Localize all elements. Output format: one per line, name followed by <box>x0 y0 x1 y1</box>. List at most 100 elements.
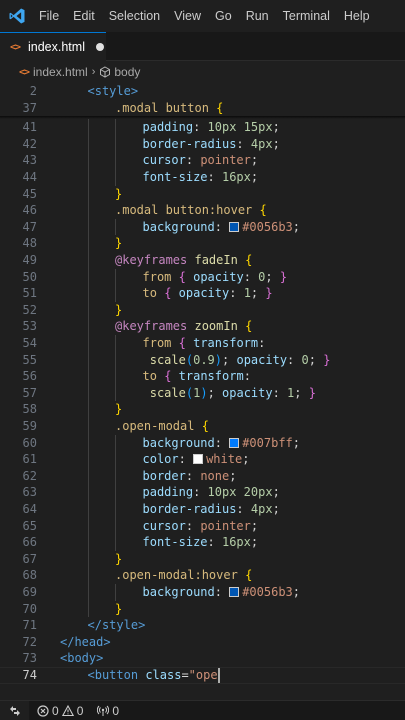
code-line[interactable]: 59 .open-modal { <box>0 418 405 435</box>
code-line[interactable]: 62 border: none; <box>0 468 405 485</box>
line-number: 37 <box>22 100 37 115</box>
code-line[interactable]: 64 border-radius: 4px; <box>0 501 405 518</box>
code-token: ; <box>272 502 280 516</box>
line-number: 2 <box>29 84 37 98</box>
tab-index-html[interactable]: <> index.html <box>0 32 106 61</box>
code-line[interactable]: 53 @keyframes zoomIn { <box>0 318 405 335</box>
code-line[interactable]: 41 padding: 10px 15px; <box>0 119 405 136</box>
code-token: ; <box>292 435 301 450</box>
code-line[interactable]: 71 </style> <box>0 617 405 634</box>
menu-file[interactable]: File <box>32 0 66 32</box>
code-text: border-radius: 4px; <box>143 501 280 518</box>
code-line[interactable]: 37 .modal button { <box>0 100 405 117</box>
code-line[interactable]: 65 cursor: pointer; <box>0 518 405 535</box>
code-line[interactable]: 70} <box>0 601 405 618</box>
code-text: } <box>115 401 122 418</box>
breadcrumb-file[interactable]: index.html <box>33 65 88 79</box>
code-line[interactable]: 69 background: #0056b3; <box>0 584 405 601</box>
code-text: from { opacity: 0; } <box>143 269 288 286</box>
line-number: 64 <box>22 502 37 516</box>
code-token: { <box>201 419 209 433</box>
code-token: : <box>207 535 222 550</box>
code-editor[interactable]: 2 <style> 37 .modal button { 41 padding: 10px… <box>0 83 405 700</box>
code-line[interactable]: 47 background: #0056b3; <box>0 219 405 236</box>
menu-edit[interactable]: Edit <box>66 0 102 32</box>
ports-indicator[interactable]: 0 <box>97 704 119 718</box>
remote-indicator[interactable] <box>0 700 29 720</box>
color-swatch[interactable] <box>229 221 240 232</box>
line-number: 46 <box>22 203 37 218</box>
status-bar: 0 0 0 <box>0 700 405 720</box>
menu-run[interactable]: Run <box>239 0 276 32</box>
code-line[interactable]: 50 from { opacity: 0; } <box>0 269 405 286</box>
code-line[interactable]: 49 @keyframes fadeIn { <box>0 252 405 269</box>
code-text: } <box>115 235 122 252</box>
code-text: padding: 10px 20px; <box>143 484 280 501</box>
code-line[interactable]: 67} <box>0 551 405 568</box>
code-line[interactable]: 73 <body> <box>0 650 405 667</box>
code-token: } <box>265 286 273 301</box>
code-line[interactable]: 56 to { transform: <box>0 368 405 385</box>
html-file-icon: <> <box>19 66 30 78</box>
code-line[interactable]: 61 color: white; <box>0 451 405 468</box>
code-token: : <box>243 369 251 384</box>
line-number: 56 <box>22 369 37 384</box>
code-line[interactable]: 42 border-radius: 4px; <box>0 136 405 153</box>
color-swatch[interactable] <box>229 587 240 597</box>
code-text: } <box>115 601 122 618</box>
line-number: 54 <box>22 336 37 350</box>
color-swatch[interactable] <box>229 437 240 448</box>
code-text: background: #007bff; <box>143 435 301 452</box>
code-line[interactable]: 54 from { transform: <box>0 335 405 352</box>
text-cursor <box>218 668 220 683</box>
vscode-logo-icon[interactable] <box>2 0 32 32</box>
code-line[interactable]: 2 <style> <box>0 83 405 100</box>
code-text: <style> <box>88 83 139 100</box>
code-token: pointer <box>200 518 251 533</box>
code-token: white <box>206 452 243 467</box>
tab-label: index.html <box>28 40 85 54</box>
line-number: 67 <box>22 551 37 566</box>
code-line[interactable]: 74 <button class="ope <box>0 667 405 684</box>
code-line[interactable]: 72 </head> <box>0 634 405 651</box>
title-bar: File Edit Selection View Go Run Terminal… <box>0 0 405 32</box>
code-token: } <box>115 601 123 616</box>
menu-view[interactable]: View <box>167 0 208 32</box>
code-token: ; <box>222 352 237 367</box>
code-token: opacity <box>236 352 288 367</box>
code-text: color: white; <box>143 451 250 468</box>
code-line[interactable]: 46 .modal button:hover { <box>0 202 405 219</box>
code-token: #007bff <box>242 435 293 450</box>
code-line[interactable]: 48} <box>0 235 405 252</box>
line-number: 74 <box>22 668 37 682</box>
code-line[interactable]: 45} <box>0 186 405 203</box>
menu-terminal[interactable]: Terminal <box>276 0 337 32</box>
code-token: ) <box>200 385 208 400</box>
code-token: : <box>229 286 244 301</box>
code-line[interactable]: 66 font-size: 16px; <box>0 534 405 551</box>
code-line[interactable]: 51 to { opacity: 1; } <box>0 285 405 302</box>
code-line[interactable]: 44 font-size: 16px; <box>0 169 405 186</box>
code-text: padding: 10px 15px; <box>143 119 280 136</box>
code-token: : <box>185 153 201 168</box>
code-line[interactable]: 58} <box>0 401 405 418</box>
menu-go[interactable]: Go <box>208 0 239 32</box>
code-text: to { transform: <box>143 368 251 385</box>
line-number: 44 <box>22 170 37 184</box>
code-line[interactable]: 60 background: #007bff; <box>0 435 405 452</box>
code-line[interactable]: 63 padding: 10px 20px; <box>0 484 405 501</box>
code-token: 16px <box>221 170 251 184</box>
code-line[interactable]: 43 cursor: pointer; <box>0 152 405 169</box>
color-swatch[interactable] <box>193 454 204 465</box>
unsaved-dot-icon[interactable] <box>95 43 104 51</box>
code-line[interactable]: 57 scale(1); opacity: 1; } <box>0 385 405 402</box>
code-line[interactable]: 55 scale(0.9); opacity: 0; } <box>0 352 405 369</box>
problems-indicator[interactable]: 0 0 <box>37 704 83 718</box>
menu-selection[interactable]: Selection <box>102 0 167 32</box>
code-token: ( <box>185 385 194 400</box>
menu-help[interactable]: Help <box>337 0 377 32</box>
code-line[interactable]: 68 .open-modal:hover { <box>0 567 405 584</box>
breadcrumb-symbol[interactable]: body <box>114 65 140 79</box>
code-line[interactable]: 52} <box>0 302 405 319</box>
